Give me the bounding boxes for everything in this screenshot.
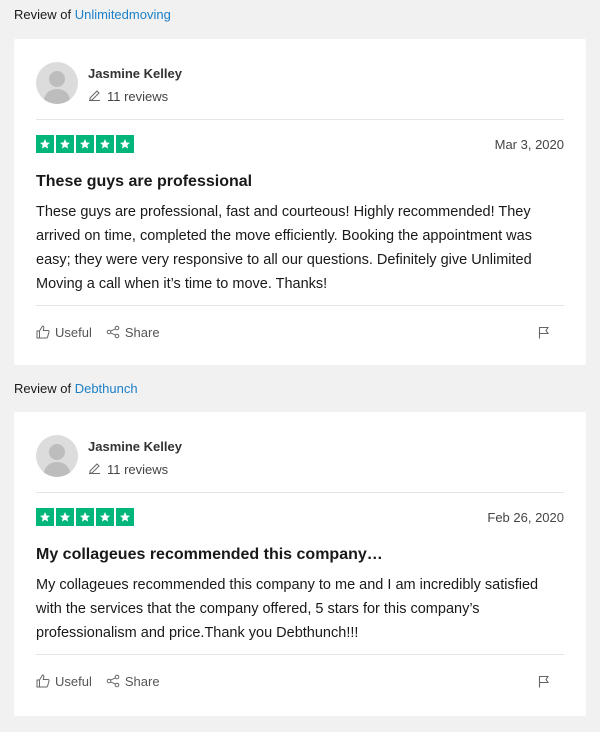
avatar[interactable] bbox=[36, 62, 78, 104]
star-icon bbox=[36, 508, 54, 526]
review-of-label: Review of bbox=[14, 381, 72, 396]
user-name[interactable]: Jasmine Kelley bbox=[88, 65, 182, 83]
review-date: Feb 26, 2020 bbox=[487, 509, 564, 525]
review-count-text: 11 reviews bbox=[107, 89, 169, 104]
share-icon bbox=[106, 325, 120, 339]
thumbs-up-icon bbox=[36, 674, 50, 688]
flag-button[interactable] bbox=[538, 326, 550, 339]
useful-label: Useful bbox=[55, 324, 92, 340]
review-of-label: Review of bbox=[14, 7, 72, 22]
pen-icon bbox=[88, 88, 101, 106]
review-title[interactable]: My collageues recommended this company… bbox=[36, 543, 564, 567]
star-icon bbox=[96, 135, 114, 153]
review-body: My collageues recommended this company t… bbox=[36, 577, 539, 641]
share-label: Share bbox=[124, 324, 160, 340]
review-of-header: Review of Debthunch bbox=[0, 374, 600, 404]
share-button[interactable]: Share bbox=[106, 674, 160, 689]
pen-icon bbox=[88, 461, 101, 479]
avatar-placeholder-icon bbox=[43, 444, 71, 477]
company-link[interactable]: Unlimitedmoving bbox=[75, 7, 171, 22]
review-count-text: 11 reviews bbox=[107, 462, 169, 477]
user-name[interactable]: Jasmine Kelley bbox=[88, 438, 182, 456]
review-block: Review of Unlimitedmoving Jasmine Kelley… bbox=[0, 0, 600, 365]
review-card: Jasmine Kelley 11 reviews Feb 26, 2020 M… bbox=[14, 412, 586, 716]
company-link[interactable]: Debthunch bbox=[75, 381, 138, 396]
star-icon bbox=[56, 508, 74, 526]
review-count: 11 reviews bbox=[88, 88, 182, 106]
share-icon bbox=[106, 674, 120, 688]
flag-icon bbox=[538, 326, 550, 338]
star-icon bbox=[96, 508, 114, 526]
rating-row: Feb 26, 2020 bbox=[36, 493, 564, 541]
star-icon bbox=[36, 135, 54, 153]
useful-button[interactable]: Useful bbox=[36, 325, 92, 340]
flag-icon bbox=[538, 675, 550, 687]
share-button[interactable]: Share bbox=[106, 325, 160, 340]
star-rating bbox=[36, 135, 134, 153]
flag-button[interactable] bbox=[538, 675, 550, 688]
star-icon bbox=[116, 508, 134, 526]
review-body: These guys are professional, fast and co… bbox=[36, 204, 532, 292]
review-block: Review of Debthunch Jasmine Kelley 11 re… bbox=[0, 374, 600, 716]
share-label: Share bbox=[124, 673, 160, 689]
avatar-placeholder-icon bbox=[43, 71, 71, 104]
star-rating bbox=[36, 508, 134, 526]
star-icon bbox=[76, 135, 94, 153]
useful-button[interactable]: Useful bbox=[36, 674, 92, 689]
star-icon bbox=[56, 135, 74, 153]
review-title[interactable]: These guys are professional bbox=[36, 170, 564, 194]
review-actions: Useful Share bbox=[36, 306, 564, 358]
review-count: 11 reviews bbox=[88, 461, 182, 479]
user-row: Jasmine Kelley 11 reviews bbox=[36, 39, 564, 119]
star-icon bbox=[76, 508, 94, 526]
rating-row: Mar 3, 2020 bbox=[36, 120, 564, 168]
useful-label: Useful bbox=[55, 673, 92, 689]
avatar[interactable] bbox=[36, 435, 78, 477]
user-info: Jasmine Kelley 11 reviews bbox=[88, 438, 182, 479]
review-of-header: Review of Unlimitedmoving bbox=[0, 0, 600, 30]
review-date: Mar 3, 2020 bbox=[494, 136, 564, 152]
star-icon bbox=[116, 135, 134, 153]
review-card: Jasmine Kelley 11 reviews Mar 3, 2020 Th… bbox=[14, 39, 586, 365]
review-actions: Useful Share bbox=[36, 655, 564, 707]
user-row: Jasmine Kelley 11 reviews bbox=[36, 412, 564, 492]
thumbs-up-icon bbox=[36, 325, 50, 339]
user-info: Jasmine Kelley 11 reviews bbox=[88, 65, 182, 106]
